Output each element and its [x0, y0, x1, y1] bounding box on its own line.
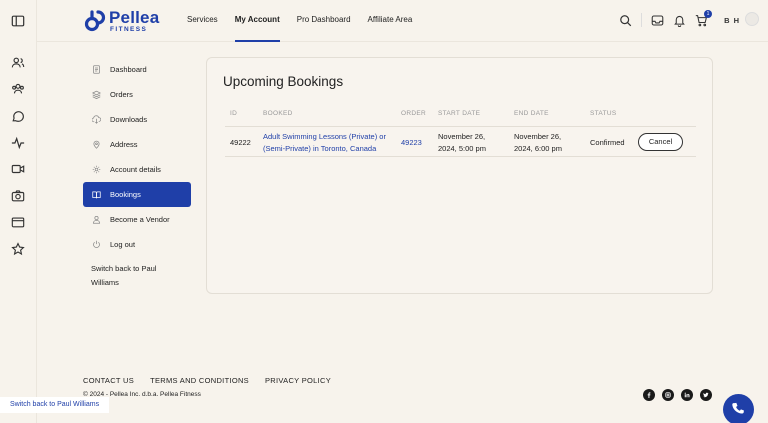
cancel-booking-button[interactable]: Cancel: [638, 133, 683, 151]
bell-icon[interactable]: [673, 14, 686, 27]
camera-icon[interactable]: [11, 189, 25, 203]
sidebar-toggle-icon[interactable]: [11, 14, 25, 28]
brand-sub: FITNESS: [110, 26, 148, 33]
column-header-status: STATUS: [590, 110, 617, 117]
menu-item-label: Address: [110, 140, 138, 149]
start-date: November 26, 2024, 5:00 pm: [438, 132, 486, 153]
call-button[interactable]: [723, 394, 754, 423]
avatar[interactable]: [745, 12, 759, 26]
twitter-icon[interactable]: [700, 389, 712, 401]
power-icon: [93, 240, 100, 248]
booking-link[interactable]: Adult Swimming Lessons (Private) or (Sem…: [263, 131, 393, 155]
switch-back-bar[interactable]: Switch back to Paul Williams: [0, 397, 110, 413]
menu-item-bookings[interactable]: Bookings: [83, 182, 191, 207]
inbox-icon[interactable]: [651, 14, 664, 27]
search-icon[interactable]: [619, 14, 632, 27]
pellea-logo-icon: [84, 10, 106, 32]
column-header-id: ID: [230, 110, 238, 117]
main-nav: Services My Account Pro Dashboard Affili…: [187, 0, 429, 42]
book-icon: [92, 191, 101, 199]
users-icon[interactable]: [11, 56, 25, 70]
linkedin-icon[interactable]: [681, 389, 693, 401]
footer-terms-link[interactable]: TERMS AND CONDITIONS: [150, 376, 249, 385]
chat-icon[interactable]: [11, 109, 25, 123]
nav-pro-dashboard[interactable]: Pro Dashboard: [297, 0, 351, 42]
menu-item-label: Downloads: [110, 115, 148, 124]
brand-name: Pellea: [109, 8, 160, 27]
location-icon: [93, 140, 100, 149]
nav-my-account[interactable]: My Account: [234, 0, 280, 42]
menu-item-orders[interactable]: Orders: [83, 82, 191, 107]
menu-item-dashboard[interactable]: Dashboard: [83, 57, 191, 82]
column-header-order: ORDER: [401, 110, 426, 117]
page-title: Upcoming Bookings: [223, 74, 344, 89]
table-header: ID BOOKED ORDER START DATE END DATE STAT…: [225, 110, 696, 124]
group-icon[interactable]: [11, 82, 25, 96]
phone-icon: [732, 402, 744, 414]
table-row: 49222 Adult Swimming Lessons (Private) o…: [225, 126, 696, 157]
account-menu: Dashboard Orders Downloads Address Accou…: [83, 57, 191, 290]
column-header-start-date: START DATE: [438, 110, 481, 117]
nav-services[interactable]: Services: [187, 0, 218, 42]
star-icon[interactable]: [11, 242, 25, 256]
menu-item-account-details[interactable]: Account details: [83, 157, 191, 182]
left-rail: [0, 0, 37, 423]
status-badge: Confirmed: [590, 138, 625, 147]
order-link[interactable]: 49223: [401, 138, 422, 147]
footer-contact-link[interactable]: CONTACT US: [83, 376, 134, 385]
footer-links: CONTACT US TERMS AND CONDITIONS PRIVACY …: [83, 376, 347, 385]
nav-icons: 1: [610, 9, 712, 27]
column-header-booked: BOOKED: [263, 110, 293, 117]
menu-item-address[interactable]: Address: [83, 132, 191, 157]
brand-logo[interactable]: Pellea FITNESS: [84, 9, 159, 34]
menu-item-downloads[interactable]: Downloads: [83, 107, 191, 132]
column-header-end-date: END DATE: [514, 110, 549, 117]
menu-item-label: Become a Vendor: [110, 215, 170, 224]
menu-item-label: Orders: [110, 90, 133, 99]
booking-id: 49222: [230, 138, 251, 147]
user-initials[interactable]: B H: [724, 16, 740, 25]
nav-affiliate-area[interactable]: Affiliate Area: [368, 0, 413, 42]
social-links: [643, 389, 719, 401]
orders-icon: [92, 90, 101, 99]
facebook-icon[interactable]: [643, 389, 655, 401]
download-icon: [92, 115, 101, 124]
cart-icon[interactable]: 1: [695, 9, 712, 27]
menu-item-label: Dashboard: [110, 65, 147, 74]
menu-item-label: Log out: [110, 240, 136, 249]
menu-item-label: Bookings: [110, 190, 141, 199]
dashboard-icon: [93, 65, 100, 74]
video-icon[interactable]: [11, 162, 25, 176]
user-icon: [92, 215, 101, 224]
menu-item-label: Account details: [110, 165, 161, 174]
footer-privacy-link[interactable]: PRIVACY POLICY: [265, 376, 331, 385]
top-nav: Pellea FITNESS Services My Account Pro D…: [37, 0, 768, 42]
menu-item-become-vendor[interactable]: Become a Vendor: [83, 207, 191, 232]
menu-item-logout[interactable]: Log out: [83, 232, 191, 257]
switch-back-link[interactable]: Switch back to Paul Williams: [83, 262, 173, 290]
end-date: November 26, 2024, 6:00 pm: [514, 132, 562, 153]
nav-divider: [641, 13, 642, 27]
instagram-icon[interactable]: [662, 389, 674, 401]
gear-icon: [92, 165, 101, 174]
activity-icon[interactable]: [11, 136, 25, 150]
cart-count-badge: 1: [704, 9, 712, 18]
bookings-panel: Upcoming Bookings ID BOOKED ORDER START …: [206, 57, 713, 294]
folder-icon[interactable]: [11, 215, 25, 229]
